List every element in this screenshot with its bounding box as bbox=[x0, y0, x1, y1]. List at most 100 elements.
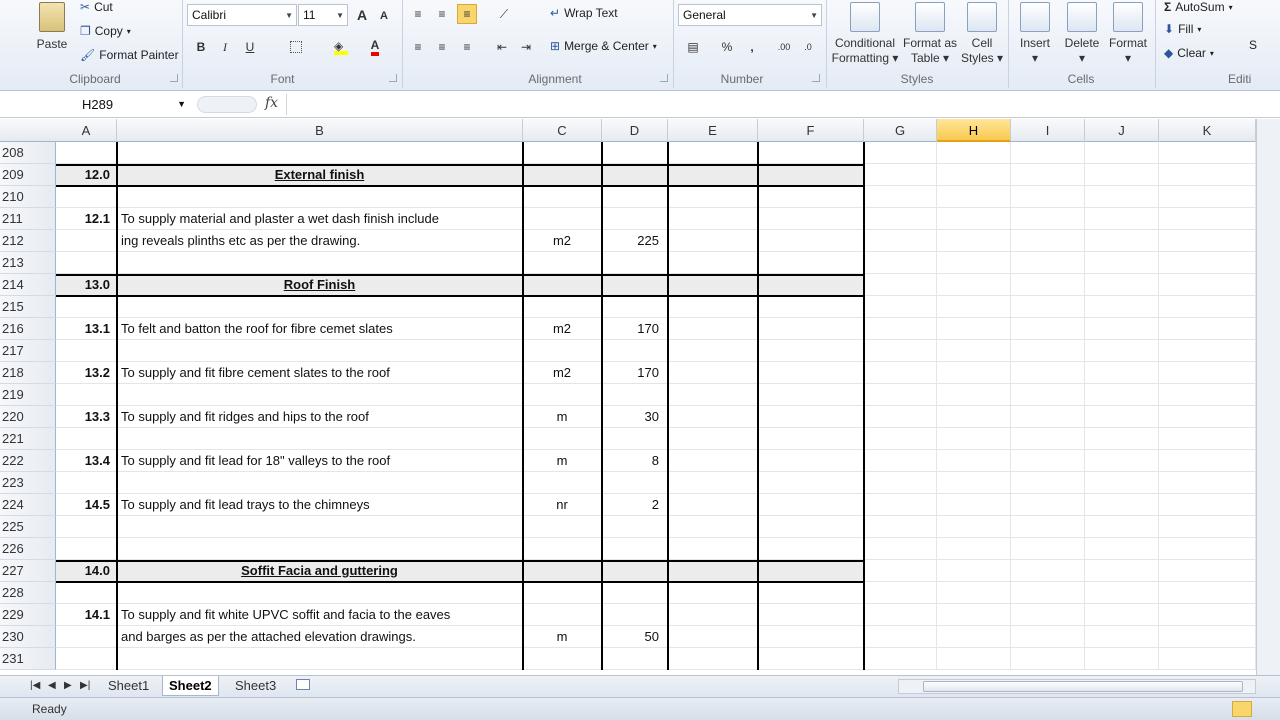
cell-quantity[interactable] bbox=[602, 516, 668, 538]
row-header[interactable]: 225 bbox=[0, 516, 56, 538]
row-header[interactable]: 230 bbox=[0, 626, 56, 648]
clipboard-launcher[interactable] bbox=[170, 74, 178, 82]
cell-item-number[interactable]: 12.1 bbox=[56, 208, 117, 230]
cell-empty[interactable] bbox=[937, 428, 1011, 450]
cell-empty[interactable] bbox=[1011, 604, 1085, 626]
cell-item-number[interactable] bbox=[56, 626, 117, 648]
horizontal-scroll-thumb[interactable] bbox=[923, 681, 1243, 692]
cell-rate[interactable] bbox=[668, 230, 758, 252]
cell-empty[interactable] bbox=[937, 186, 1011, 208]
align-top-button[interactable]: ≡ bbox=[408, 4, 428, 24]
insert-button[interactable]: Insert ▾ bbox=[1012, 2, 1058, 66]
cell-empty[interactable] bbox=[1011, 164, 1085, 186]
cell-rate[interactable] bbox=[668, 472, 758, 494]
cell-quantity[interactable]: 225 bbox=[602, 230, 668, 252]
section-title[interactable]: Roof Finish bbox=[117, 274, 523, 296]
cell-description[interactable] bbox=[117, 428, 523, 450]
align-middle-button[interactable]: ≡ bbox=[432, 4, 452, 24]
align-right-button[interactable]: ≡ bbox=[457, 37, 477, 57]
cell-description[interactable] bbox=[117, 340, 523, 362]
cell-empty[interactable] bbox=[1085, 538, 1159, 560]
cell-amount[interactable] bbox=[758, 186, 864, 208]
column-header-b[interactable]: B bbox=[117, 119, 523, 142]
cell-item-number[interactable] bbox=[56, 384, 117, 406]
cell-empty[interactable] bbox=[864, 230, 937, 252]
row-header[interactable]: 216 bbox=[0, 318, 56, 340]
row-header[interactable]: 211 bbox=[0, 208, 56, 230]
cell-description[interactable]: To supply material and plaster a wet das… bbox=[117, 208, 523, 230]
cell-empty[interactable] bbox=[864, 208, 937, 230]
cell-empty[interactable] bbox=[1011, 428, 1085, 450]
cell-empty[interactable] bbox=[864, 340, 937, 362]
cell-unit[interactable] bbox=[523, 560, 602, 582]
cell-amount[interactable] bbox=[758, 538, 864, 560]
column-header-c[interactable]: C bbox=[523, 119, 602, 142]
cell-amount[interactable] bbox=[758, 340, 864, 362]
cell-item-number[interactable]: 13.2 bbox=[56, 362, 117, 384]
cell-empty[interactable] bbox=[1159, 208, 1256, 230]
row-header[interactable]: 208 bbox=[0, 142, 56, 164]
cell-empty[interactable] bbox=[1011, 318, 1085, 340]
cell-item-number[interactable]: 14.0 bbox=[56, 560, 117, 582]
cell-unit[interactable] bbox=[523, 516, 602, 538]
cell-item-number[interactable] bbox=[56, 582, 117, 604]
cell-description[interactable]: To supply and fit white UPVC soffit and … bbox=[117, 604, 523, 626]
cell-quantity[interactable] bbox=[602, 252, 668, 274]
cell-unit[interactable] bbox=[523, 142, 602, 164]
cell-empty[interactable] bbox=[864, 450, 937, 472]
cell-empty[interactable] bbox=[1011, 472, 1085, 494]
cell-empty[interactable] bbox=[937, 252, 1011, 274]
row-header[interactable]: 231 bbox=[0, 648, 56, 670]
cell-empty[interactable] bbox=[1085, 340, 1159, 362]
orientation-button[interactable]: ⟋ bbox=[494, 4, 514, 24]
underline-button[interactable]: U bbox=[240, 37, 260, 57]
cell-empty[interactable] bbox=[937, 472, 1011, 494]
cell-item-number[interactable] bbox=[56, 516, 117, 538]
cell-rate[interactable] bbox=[668, 626, 758, 648]
cell-quantity[interactable] bbox=[602, 208, 668, 230]
cell-item-number[interactable]: 13.1 bbox=[56, 318, 117, 340]
cell-empty[interactable] bbox=[1011, 252, 1085, 274]
cell-amount[interactable] bbox=[758, 164, 864, 186]
cell-rate[interactable] bbox=[668, 208, 758, 230]
cell-empty[interactable] bbox=[1159, 428, 1256, 450]
cell-unit[interactable] bbox=[523, 538, 602, 560]
cell-empty[interactable] bbox=[937, 142, 1011, 164]
cell-item-number[interactable] bbox=[56, 648, 117, 670]
cell-empty[interactable] bbox=[937, 406, 1011, 428]
shrink-font-button[interactable]: A bbox=[374, 6, 394, 26]
cell-unit[interactable] bbox=[523, 384, 602, 406]
fill-color-button[interactable]: ◈ bbox=[331, 37, 351, 57]
cell-unit[interactable]: m bbox=[523, 406, 602, 428]
cell-empty[interactable] bbox=[937, 494, 1011, 516]
grow-font-button[interactable]: A bbox=[352, 5, 372, 25]
cell-description[interactable]: ing reveals plinths etc as per the drawi… bbox=[117, 230, 523, 252]
cell-empty[interactable] bbox=[937, 318, 1011, 340]
cell-amount[interactable] bbox=[758, 362, 864, 384]
cell-empty[interactable] bbox=[937, 648, 1011, 670]
cell-item-number[interactable]: 13.3 bbox=[56, 406, 117, 428]
cell-empty[interactable] bbox=[1159, 538, 1256, 560]
comma-button[interactable]: , bbox=[742, 37, 762, 57]
cell-empty[interactable] bbox=[1085, 626, 1159, 648]
cell-description[interactable] bbox=[117, 186, 523, 208]
cell-quantity[interactable] bbox=[602, 604, 668, 626]
copy-button[interactable]: ❐ Copy ▾ bbox=[80, 24, 131, 38]
cell-empty[interactable] bbox=[937, 450, 1011, 472]
row-header[interactable]: 221 bbox=[0, 428, 56, 450]
cell-empty[interactable] bbox=[1011, 208, 1085, 230]
cell-description[interactable] bbox=[117, 648, 523, 670]
cell-empty[interactable] bbox=[1159, 582, 1256, 604]
cell-styles-button[interactable]: Cell Styles ▾ bbox=[958, 2, 1006, 66]
cell-empty[interactable] bbox=[1085, 560, 1159, 582]
horizontal-scrollbar[interactable] bbox=[898, 679, 1256, 694]
borders-button[interactable] bbox=[286, 37, 306, 57]
row-header[interactable]: 215 bbox=[0, 296, 56, 318]
worksheet-grid[interactable]: ABCDEFGHIJK 208 209 12.0 External finish 210… bbox=[0, 119, 1256, 675]
cell-item-number[interactable] bbox=[56, 142, 117, 164]
cell-item-number[interactable]: 13.4 bbox=[56, 450, 117, 472]
cell-empty[interactable] bbox=[1085, 472, 1159, 494]
column-header-a[interactable]: A bbox=[56, 119, 117, 142]
cell-empty[interactable] bbox=[1011, 230, 1085, 252]
cell-item-number[interactable] bbox=[56, 252, 117, 274]
